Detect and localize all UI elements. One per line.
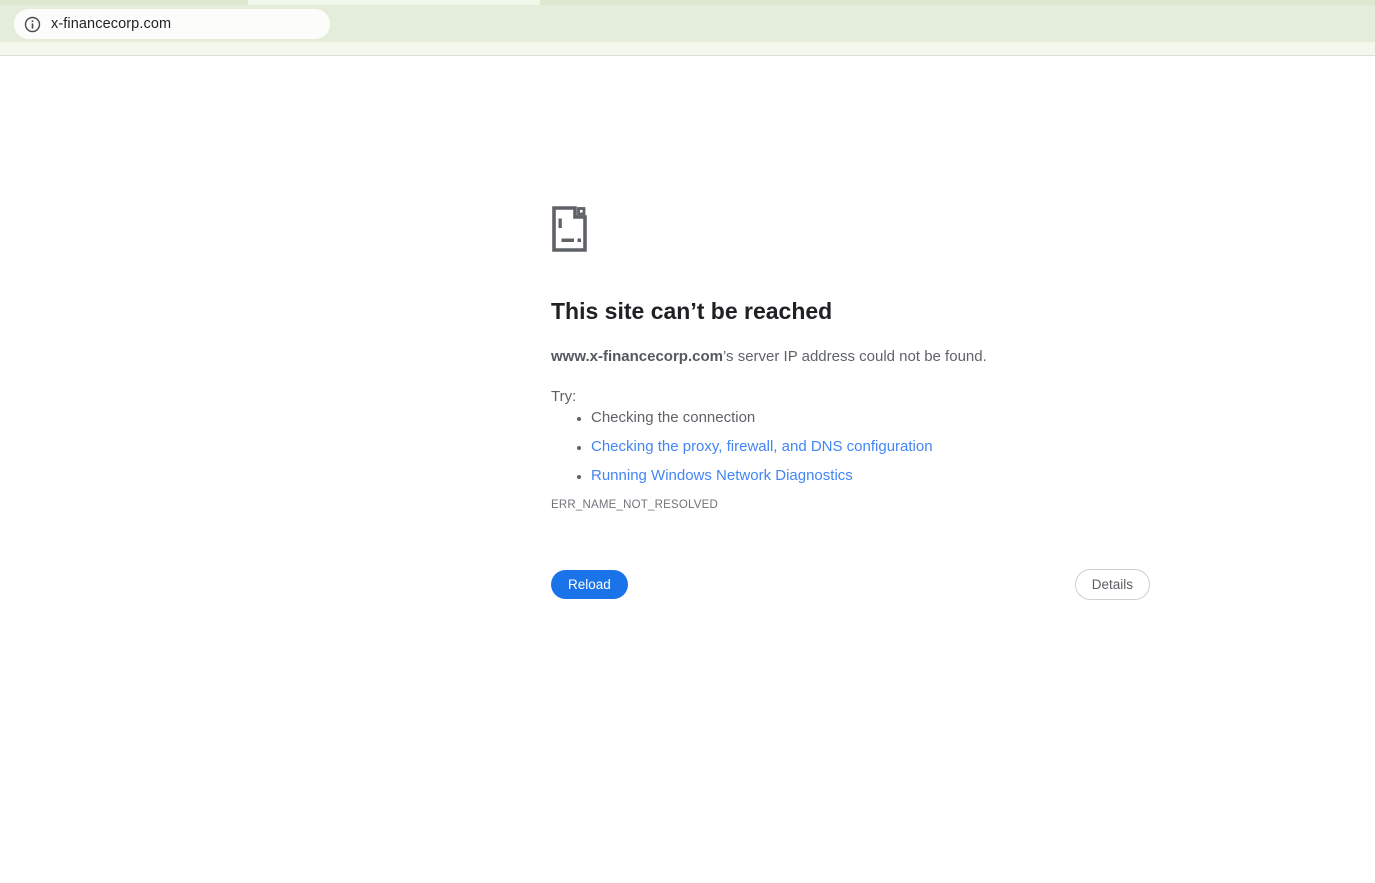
suggestion-text: Checking the connection: [591, 409, 756, 426]
browser-toolbar: x-financecorp.com: [0, 5, 1375, 42]
error-message-suffix: ’s server IP address could not be found.: [722, 348, 987, 365]
button-row: Reload Details: [551, 569, 1150, 600]
network-diagnostics-link[interactable]: Running Windows Network Diagnostics: [591, 467, 853, 484]
page-info-icon[interactable]: [24, 16, 41, 33]
address-bar[interactable]: x-financecorp.com: [14, 9, 330, 39]
toolbar-divider: [0, 55, 1375, 56]
url-text: x-financecorp.com: [51, 16, 172, 32]
suggestion-list: Checking the connection Checking the pro…: [551, 408, 1111, 495]
suggestion-item: Checking the connection: [591, 408, 1111, 428]
suggestion-item: Checking the proxy, firewall, and DNS co…: [591, 437, 1111, 457]
suggestion-item: Running Windows Network Diagnostics: [591, 466, 1111, 486]
proxy-firewall-dns-link[interactable]: Checking the proxy, firewall, and DNS co…: [591, 438, 933, 455]
error-domain: www.x-financecorp.com: [551, 348, 723, 365]
error-message: www.x-financecorp.com’s server IP addres…: [551, 347, 1151, 367]
details-button[interactable]: Details: [1074, 569, 1150, 600]
bookmarks-band: [0, 42, 1375, 55]
sad-file-icon: [552, 206, 587, 252]
reload-button[interactable]: Reload: [551, 570, 628, 599]
try-label: Try:: [551, 388, 577, 405]
error-code: ERR_NAME_NOT_RESOLVED: [551, 499, 718, 511]
error-title: This site can’t be reached: [551, 298, 833, 324]
